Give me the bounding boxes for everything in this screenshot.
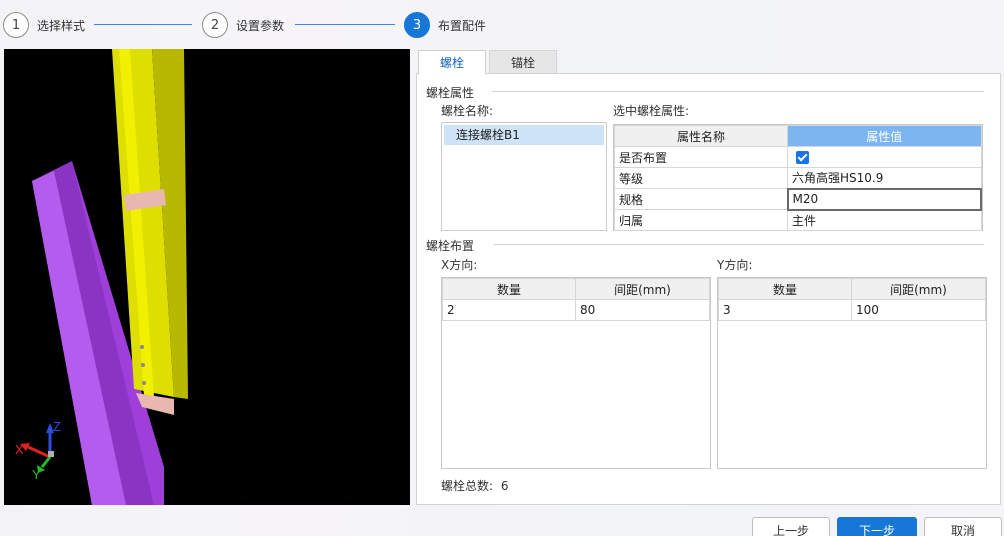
3d-model-viewer[interactable]: Z X Y xyxy=(4,49,410,505)
bolt-total-label: 螺栓总数: xyxy=(441,479,494,493)
cancel-button[interactable]: 取消 xyxy=(924,517,1002,536)
selected-bolt-properties-label: 选中螺栓属性: xyxy=(613,104,690,118)
y-axis-label: Y xyxy=(32,467,41,482)
bolt-name-label: 螺栓名称: xyxy=(441,104,494,118)
property-name-cell: 是否布置 xyxy=(614,146,788,168)
property-value-cell-editing[interactable]: M20 xyxy=(786,187,982,211)
property-name-header: 属性名称 xyxy=(614,125,788,147)
property-name-cell: 归属 xyxy=(614,209,788,231)
property-value-cell[interactable]: 主件 xyxy=(787,209,982,231)
x-axis-label: X xyxy=(15,442,24,457)
x-direction-label: X方向: xyxy=(441,258,478,272)
step-connector-2 xyxy=(295,24,395,25)
bolt-layout-title: 螺栓布置 xyxy=(426,237,481,254)
3d-model-canvas[interactable]: Z X Y xyxy=(4,49,410,505)
axis-origin xyxy=(48,451,54,457)
bolt-total: 螺栓总数: 6 xyxy=(441,477,509,494)
y-direction-grid[interactable]: 数量 间距(mm) 3 100 xyxy=(717,277,987,469)
property-value-cell[interactable] xyxy=(787,146,982,168)
property-name-cell: 等级 xyxy=(614,167,788,189)
bolt-list-item[interactable]: 连接螺栓B1 xyxy=(444,125,604,145)
x-count-cell[interactable]: 2 xyxy=(442,299,576,321)
step-1-label: 选择样式 xyxy=(37,18,86,33)
place-bolt-checkbox[interactable] xyxy=(796,151,809,164)
bolt-name-list[interactable]: 连接螺栓B1 xyxy=(441,122,607,231)
bolt-total-value: 6 xyxy=(500,479,509,493)
step-progress-bar: 1 选择样式 2 设置参数 3 布置配件 xyxy=(0,0,1004,50)
y-axis xyxy=(40,456,52,468)
z-axis-label: Z xyxy=(53,419,61,434)
axis-triad: Z X Y xyxy=(15,419,61,482)
step-2-number: 2 xyxy=(202,12,228,38)
x-spacing-header: 间距(mm) xyxy=(575,278,710,300)
step-1-number: 1 xyxy=(3,12,29,38)
x-axis xyxy=(27,445,51,459)
x-direction-grid[interactable]: 数量 间距(mm) 2 80 xyxy=(441,277,711,469)
bolt-marker-3 xyxy=(142,381,146,385)
next-step-button[interactable]: 下一步 xyxy=(837,517,917,536)
y-direction-label: Y方向: xyxy=(717,258,753,272)
x-count-header: 数量 xyxy=(442,278,576,300)
y-spacing-header: 间距(mm) xyxy=(851,278,986,300)
step-3[interactable]: 3 布置配件 xyxy=(404,12,486,38)
y-spacing-cell[interactable]: 100 xyxy=(851,299,986,321)
step-2[interactable]: 2 设置参数 xyxy=(202,12,284,38)
tab-bolt[interactable]: 螺栓 xyxy=(418,50,486,75)
bolt-properties-title: 螺栓属性 xyxy=(426,84,481,101)
bolt-marker-2 xyxy=(141,363,145,367)
bolt-layout-divider xyxy=(494,244,984,245)
y-count-cell[interactable]: 3 xyxy=(718,299,852,321)
step-connector-1 xyxy=(94,24,192,25)
step-1[interactable]: 1 选择样式 xyxy=(3,12,85,38)
step-3-label: 布置配件 xyxy=(438,18,487,33)
bolt-property-grid[interactable]: 属性名称 属性值 是否布置 等级 六角高强HS10.9 规格 M20 归属 主件 xyxy=(613,124,983,231)
y-count-header: 数量 xyxy=(718,278,852,300)
previous-step-button[interactable]: 上一步 xyxy=(752,517,830,536)
property-name-cell: 规格 xyxy=(614,188,788,210)
step-2-label: 设置参数 xyxy=(236,18,285,33)
step-3-number: 3 xyxy=(404,12,430,38)
x-spacing-cell[interactable]: 80 xyxy=(575,299,710,321)
tab-anchor-bolt[interactable]: 锚栓 xyxy=(489,50,557,74)
property-value-cell[interactable]: 六角高强HS10.9 xyxy=(787,167,982,189)
bolt-properties-divider xyxy=(492,91,984,92)
bolt-marker-1 xyxy=(140,345,144,349)
property-value-header: 属性值 xyxy=(787,125,982,147)
